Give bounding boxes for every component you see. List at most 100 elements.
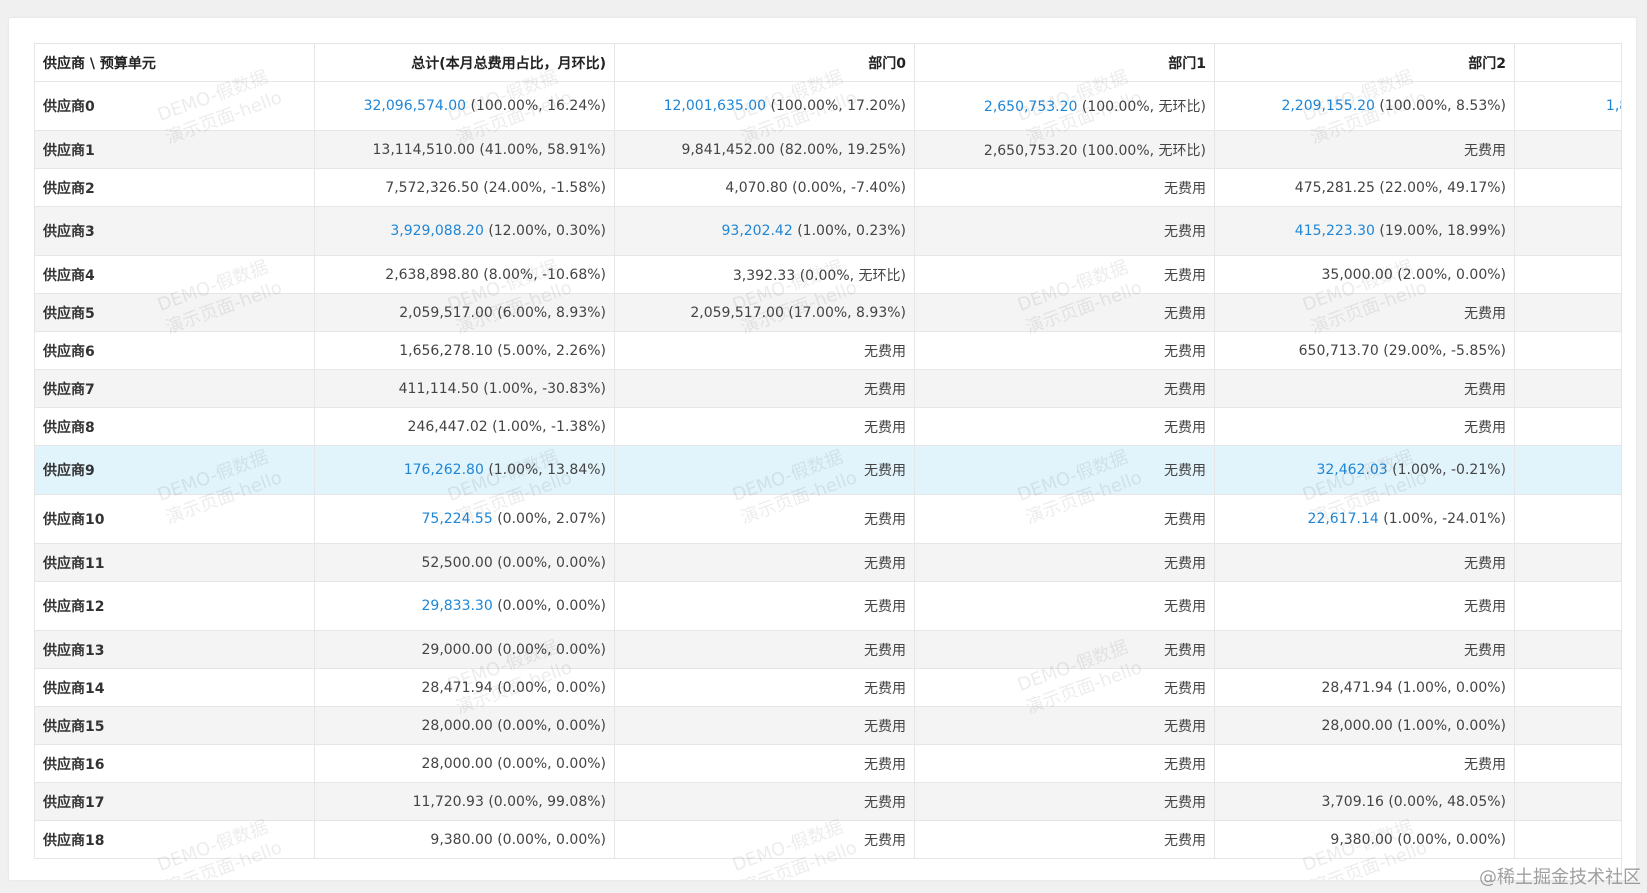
amount-cell: 411,114.50 (1.00%, -30.83%) xyxy=(314,369,615,408)
table-row[interactable]: 供应商5 2,059,517.00 (6.00%, 8.93%) 2,059,517… xyxy=(34,293,1621,332)
supplier-name: 供应商15 xyxy=(34,706,315,745)
supplier-name: 供应商7 xyxy=(34,369,315,408)
supplier-name: 供应商8 xyxy=(34,407,315,446)
amount-cell: 75,224.55 (0.00%, 2.07%) xyxy=(314,494,615,544)
amount-link[interactable]: 93,202.42 xyxy=(722,223,793,239)
percent-info: (1.00%, 0.23%) xyxy=(797,223,906,239)
table-row[interactable]: 供应商0 32,096,574.00 (100.00%, 16.24%) 12,00… xyxy=(34,81,1621,131)
table-row[interactable]: 供应商6 1,656,278.10 (5.00%, 2.26%) 无费用 无费用 650… xyxy=(34,331,1621,370)
amount-cell: 无费用 xyxy=(914,820,1215,859)
amount-cell xyxy=(1514,630,1621,669)
amount-cell: 3,929,088.20 (12.00%, 0.30%) xyxy=(314,206,615,256)
amount-value: 无费用 xyxy=(1164,680,1206,697)
supplier-name: 供应商5 xyxy=(34,293,315,332)
amount-cell: 无费用 xyxy=(914,630,1215,669)
amount-link[interactable]: 2,650,753.20 xyxy=(984,99,1078,115)
percent-info: (100.00%, 16.24%) xyxy=(470,98,607,114)
amount-cell: 246,447.02 (1.00%, -1.38%) xyxy=(314,407,615,446)
table-row[interactable]: 供应商2 7,572,326.50 (24.00%, -1.58%) 4,070.8… xyxy=(34,168,1621,207)
amount-cell: 28,000.00 (0.00%, 0.00%) xyxy=(314,706,615,745)
amount-cell: 无费用 xyxy=(614,369,915,408)
amount-cell: 无费用 xyxy=(614,581,915,631)
amount-cell: 22,617.14 (1.00%, -24.01%) xyxy=(1214,494,1515,544)
amount-value: 无费用 xyxy=(1164,718,1206,735)
amount-cell xyxy=(1514,369,1621,408)
percent-info: (1.00%, 0.00%) xyxy=(1397,717,1506,734)
amount-cell: 650,713.70 (29.00%, -5.85%) xyxy=(1214,331,1515,370)
amount-cell: 35,000.00 (2.00%, 0.00%) xyxy=(1214,255,1515,294)
amount-value: 无费用 xyxy=(864,512,906,528)
header-supplier[interactable]: 供应商 \ 预算单元 xyxy=(34,43,315,82)
header-dept2[interactable]: 部门2 xyxy=(1214,43,1515,82)
amount-link[interactable]: 2,209,155.20 xyxy=(1281,98,1375,114)
table-row[interactable]: 供应商16 28,000.00 (0.00%, 0.00%) 无费用 无费用 无费用 xyxy=(34,744,1621,783)
amount-link[interactable]: 415,223.30 xyxy=(1295,223,1375,239)
table-row[interactable]: 供应商14 28,471.94 (0.00%, 0.00%) 无费用 无费用 28,47… xyxy=(34,668,1621,707)
amount-link[interactable]: 22,617.14 xyxy=(1308,511,1379,527)
amount-link[interactable]: 1,834 xyxy=(1606,98,1621,114)
amount-cell xyxy=(1514,293,1621,332)
amount-value: 无费用 xyxy=(1164,794,1206,811)
amount-value: 无费用 xyxy=(1164,832,1206,849)
amount-cell: 无费用 xyxy=(1214,130,1515,169)
table-row[interactable]: 供应商17 11,720.93 (0.00%, 99.08%) 无费用 无费用 3,70… xyxy=(34,782,1621,821)
amount-cell: 28,471.94 (1.00%, 0.00%) xyxy=(1214,668,1515,707)
table-row[interactable]: 供应商10 75,224.55 (0.00%, 2.07%) 无费用 无费用 22,61… xyxy=(34,494,1621,544)
table-row[interactable]: 供应商12 29,833.30 (0.00%, 0.00%) 无费用 无费用 无费用 xyxy=(34,581,1621,631)
amount-value: 无费用 xyxy=(1464,419,1506,436)
amount-cell: 4,070.80 (0.00%, -7.40%) xyxy=(614,168,915,207)
amount-link[interactable]: 29,833.30 xyxy=(422,598,493,614)
amount-cell: 无费用 xyxy=(914,782,1215,821)
amount-link[interactable]: 32,096,574.00 xyxy=(364,98,466,114)
header-dept0[interactable]: 部门0 xyxy=(614,43,915,82)
table-row[interactable]: 供应商1 13,114,510.00 (41.00%, 58.91%) 9,841,… xyxy=(34,130,1621,169)
amount-cell: 2,650,753.20 (100.00%, 无环比) xyxy=(914,81,1215,131)
amount-value: 无费用 xyxy=(1464,305,1506,322)
supplier-name: 供应商1 xyxy=(34,130,315,169)
percent-info: (5.00%, 2.26%) xyxy=(497,342,606,359)
amount-cell: 32,462.03 (1.00%, -0.21%) xyxy=(1214,445,1515,495)
table-row[interactable]: 供应商18 9,380.00 (0.00%, 0.00%) 无费用 无费用 9,380.… xyxy=(34,820,1621,859)
header-dept1[interactable]: 部门1 xyxy=(914,43,1215,82)
amount-cell: 无费用 xyxy=(1214,581,1515,631)
amount-cell: 无费用 xyxy=(914,445,1215,495)
amount-value: 475,281.25 xyxy=(1294,179,1375,196)
amount-cell: 9,380.00 (0.00%, 0.00%) xyxy=(1214,820,1515,859)
amount-value: 无费用 xyxy=(864,642,906,659)
amount-value: 无费用 xyxy=(864,832,906,849)
header-dept3[interactable] xyxy=(1514,43,1621,82)
amount-link[interactable]: 75,224.55 xyxy=(422,511,493,527)
percent-info: (6.00%, 8.93%) xyxy=(497,304,606,321)
table-scroll-area[interactable]: 供应商 \ 预算单元 总计(本月总费用占比，月环比) 部门0 部门1 部门2 供… xyxy=(34,43,1622,877)
percent-info: (29.00%, -5.85%) xyxy=(1383,342,1506,359)
amount-value: 无费用 xyxy=(1164,224,1206,240)
amount-cell: 55 xyxy=(1514,168,1621,207)
amount-cell: 2,650,753.20 (100.00%, 无环比) xyxy=(914,130,1215,169)
table-row[interactable]: 供应商7 411,114.50 (1.00%, -30.83%) 无费用 无费用 无费用 xyxy=(34,369,1621,408)
amount-cell: 1,834 xyxy=(1514,81,1621,131)
percent-info: (0.00%, 0.00%) xyxy=(497,679,606,696)
amount-cell: 无费用 xyxy=(1214,744,1515,783)
amount-link[interactable]: 12,001,635.00 xyxy=(664,98,766,114)
amount-value: 1,656,278.10 xyxy=(399,342,493,359)
amount-value: 246,447.02 xyxy=(407,418,488,435)
table-row[interactable]: 供应商11 52,500.00 (0.00%, 0.00%) 无费用 无费用 无费用 xyxy=(34,543,1621,582)
amount-value: 29,000.00 xyxy=(421,641,493,658)
amount-cell: 52,500.00 (0.00%, 0.00%) xyxy=(314,543,615,582)
table-row[interactable]: 供应商15 28,000.00 (0.00%, 0.00%) 无费用 无费用 28,00… xyxy=(34,706,1621,745)
table-row[interactable]: 供应商4 2,638,898.80 (8.00%, -10.68%) 3,392.3… xyxy=(34,255,1621,294)
amount-value: 无费用 xyxy=(1164,642,1206,659)
amount-link[interactable]: 32,462.03 xyxy=(1316,462,1387,478)
header-total[interactable]: 总计(本月总费用占比，月环比) xyxy=(314,43,615,82)
amount-link[interactable]: 3,929,088.20 xyxy=(390,223,484,239)
table-row[interactable]: 供应商8 246,447.02 (1.00%, -1.38%) 无费用 无费用 无费用 xyxy=(34,407,1621,446)
percent-info: (82.00%, 19.25%) xyxy=(779,141,906,158)
footer-logo-text: @稀土掘金技术社区 xyxy=(1479,867,1641,888)
amount-link[interactable]: 176,262.80 xyxy=(404,462,484,478)
table-row[interactable]: 供应商9 176,262.80 (1.00%, 13.84%) 无费用 无费用 32,4… xyxy=(34,445,1621,495)
amount-value: 无费用 xyxy=(1164,267,1206,284)
table-row[interactable]: 供应商13 29,000.00 (0.00%, 0.00%) 无费用 无费用 无费用 xyxy=(34,630,1621,669)
amount-cell xyxy=(1514,255,1621,294)
amount-value: 无费用 xyxy=(864,555,906,572)
table-row[interactable]: 供应商3 3,929,088.20 (12.00%, 0.30%) 93,202.4… xyxy=(34,206,1621,256)
